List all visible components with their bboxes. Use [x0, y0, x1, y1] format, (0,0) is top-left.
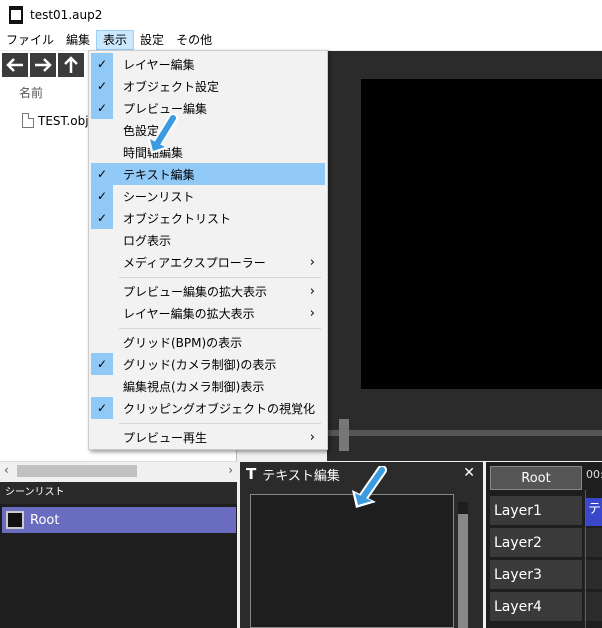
arrow-left-icon: [6, 58, 23, 72]
menu-item-log[interactable]: ログ表示: [91, 229, 325, 251]
nav-toolbar: [0, 51, 84, 77]
scroll-right-icon[interactable]: ›: [228, 463, 233, 477]
menu-item-preview-zoom[interactable]: プレビュー編集の拡大表示 ›: [91, 280, 325, 302]
preview-seek-handle[interactable]: [339, 419, 349, 451]
menu-item-text-edit[interactable]: ✓ テキスト編集: [91, 163, 325, 185]
film-icon: [6, 511, 24, 529]
timeline-time: 00:: [586, 468, 602, 481]
check-icon: ✓: [91, 185, 113, 207]
text-edit-title: テキスト編集: [262, 468, 340, 484]
close-icon[interactable]: ✕: [463, 465, 475, 481]
menu-edit[interactable]: 編集: [60, 30, 96, 50]
menu-item-clipping-visualize[interactable]: ✓ クリッピングオブジェクトの視覚化: [91, 397, 325, 419]
menu-item-grid-bpm[interactable]: グリッド(BPM)の表示: [91, 331, 325, 353]
layer-row[interactable]: Layer1: [490, 496, 582, 526]
title-bar: test01.aup2: [0, 0, 602, 30]
forward-button[interactable]: [30, 53, 56, 77]
root-scene-button[interactable]: Root: [490, 466, 582, 490]
check-icon: ✓: [91, 353, 113, 375]
check-icon: ✓: [91, 97, 113, 119]
check-icon: ✓: [91, 207, 113, 229]
layer-row[interactable]: Layer2: [490, 528, 582, 558]
menu-separator: [119, 328, 321, 329]
check-icon: ✓: [96, 167, 108, 181]
menu-view[interactable]: 表示: [96, 30, 135, 50]
menu-item-object-settings[interactable]: ✓ オブジェクト設定: [91, 75, 325, 97]
window-title: test01.aup2: [30, 8, 103, 22]
back-button[interactable]: [2, 53, 28, 77]
menu-bar: ファイル 編集 表示 設定 その他: [0, 30, 602, 50]
layer-row[interactable]: Layer4: [490, 592, 582, 622]
text-object-clip[interactable]: テ: [586, 498, 602, 526]
menu-item-layer-zoom[interactable]: レイヤー編集の拡大表示 ›: [91, 302, 325, 324]
menu-item-color-settings[interactable]: 色設定: [91, 119, 325, 141]
submenu-arrow-icon: ›: [309, 305, 315, 321]
scene-item-root[interactable]: Root: [2, 507, 236, 533]
file-icon: [22, 113, 34, 128]
menu-item-grid-camera[interactable]: ✓ グリッド(カメラ制御)の表示: [91, 353, 325, 375]
submenu-arrow-icon: ›: [309, 429, 315, 445]
annotation-arrow-icon: [352, 466, 387, 508]
text-input-area[interactable]: [250, 494, 454, 628]
scene-name: Root: [30, 512, 60, 528]
menu-file[interactable]: ファイル: [0, 30, 60, 50]
menu-separator: [119, 277, 321, 278]
text-icon: T: [246, 465, 257, 483]
menu-item-preview-edit[interactable]: ✓ プレビュー編集: [91, 97, 325, 119]
annotation-arrow-icon: [147, 114, 178, 154]
menu-settings[interactable]: 設定: [134, 30, 170, 50]
app-film-icon: [9, 6, 23, 24]
layer-panel: Root 00: Layer1 Layer2 Layer3 Layer4 テ: [486, 462, 602, 628]
preview-panel: [327, 51, 602, 461]
file-horizontal-scrollbar[interactable]: ‹ ›: [0, 461, 237, 479]
layer-track[interactable]: [584, 592, 602, 622]
check-icon: ✓: [91, 397, 113, 419]
column-header-name[interactable]: 名前: [19, 84, 43, 101]
menu-item-object-list[interactable]: ✓ オブジェクトリスト: [91, 207, 325, 229]
menu-item-layer-edit[interactable]: ✓ レイヤー編集: [91, 53, 325, 75]
submenu-arrow-icon: ›: [309, 254, 315, 270]
preview-seek-bar[interactable]: [327, 430, 602, 436]
layer-track[interactable]: [584, 560, 602, 590]
arrow-up-icon: [64, 56, 78, 73]
text-vertical-scrollbar[interactable]: [458, 502, 468, 628]
up-button[interactable]: [58, 53, 84, 77]
scroll-thumb[interactable]: [458, 514, 468, 628]
scroll-thumb[interactable]: [17, 465, 137, 477]
preview-screen[interactable]: [361, 79, 602, 389]
scene-list-header: シーンリスト: [0, 482, 237, 504]
check-icon: ✓: [91, 53, 113, 75]
menu-item-timeline-edit[interactable]: 時間軸編集: [91, 141, 325, 163]
check-icon: ✓: [91, 75, 113, 97]
menu-other[interactable]: その他: [170, 30, 218, 50]
view-menu-dropdown: ✓レイヤー編集 ✓オブジェクト設定 ✓プレビュー編集 色設定 時間軸編集 ✓テキ…: [88, 50, 328, 450]
playhead-cursor[interactable]: [585, 490, 586, 628]
layer-row[interactable]: Layer3: [490, 560, 582, 590]
layer-track[interactable]: [584, 528, 602, 558]
arrow-right-icon: [35, 58, 52, 72]
menu-item-scene-list[interactable]: ✓ シーンリスト: [91, 185, 325, 207]
submenu-arrow-icon: ›: [309, 283, 315, 299]
menu-separator: [119, 423, 321, 424]
menu-item-edit-viewpoint[interactable]: 編集視点(カメラ制御)表示: [91, 375, 325, 397]
menu-item-preview-play[interactable]: プレビュー再生 ›: [91, 426, 325, 448]
scene-list-panel: シーンリスト Root: [0, 482, 237, 628]
file-item[interactable]: TEST.obje: [22, 113, 96, 128]
scroll-left-icon[interactable]: ‹: [4, 463, 9, 477]
menu-item-media-explorer[interactable]: メディアエクスプローラー ›: [91, 251, 325, 273]
